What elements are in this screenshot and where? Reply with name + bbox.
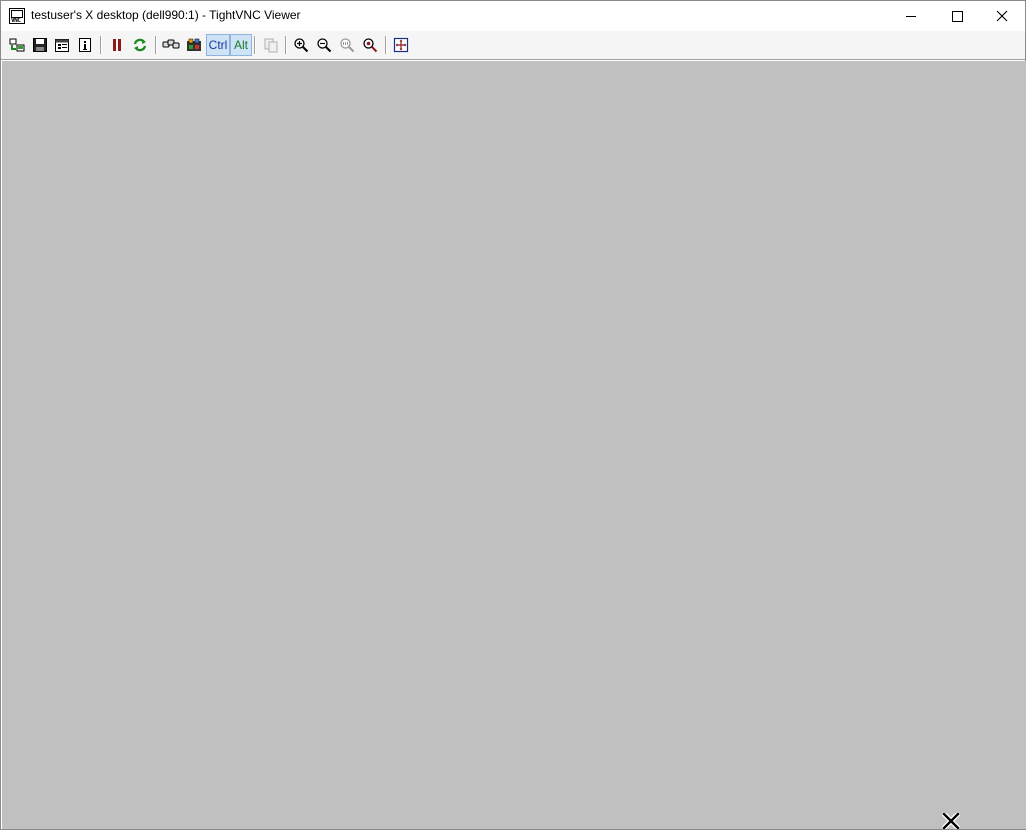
pause-button[interactable] xyxy=(107,35,127,55)
toolbar: Ctrl Alt xyxy=(1,31,1025,60)
fullscreen-button[interactable] xyxy=(391,35,411,55)
pause-icon xyxy=(113,39,121,51)
zoom-100-icon xyxy=(340,38,355,53)
alt-key-toggle[interactable]: Alt xyxy=(230,34,252,56)
minimize-button[interactable] xyxy=(888,1,934,31)
transfer-files-icon xyxy=(264,38,278,53)
refresh-icon xyxy=(133,38,147,52)
save-session-button[interactable] xyxy=(30,35,50,55)
fullscreen-icon xyxy=(393,37,409,53)
ctrl-key-toggle[interactable]: Ctrl xyxy=(206,34,230,56)
ctrl-esc-icon xyxy=(187,38,201,51)
title-bar[interactable]: VNC testuser's X desktop (dell990:1) - T… xyxy=(1,1,1025,31)
maximize-icon xyxy=(951,10,963,22)
window-title: testuser's X desktop (dell990:1) - Tight… xyxy=(31,8,301,22)
new-connection-icon xyxy=(9,38,25,52)
toolbar-separator xyxy=(155,36,157,54)
toolbar-separator xyxy=(100,36,102,54)
toolbar-separator xyxy=(385,36,387,54)
zoom-auto-button[interactable] xyxy=(360,35,380,55)
vnc-viewer-window: VNC testuser's X desktop (dell990:1) - T… xyxy=(0,0,1026,830)
connection-info-button[interactable] xyxy=(75,35,95,55)
close-icon xyxy=(996,10,1008,22)
zoom-out-icon xyxy=(317,38,332,53)
options-button[interactable] xyxy=(52,35,72,55)
new-connection-button[interactable] xyxy=(7,35,27,55)
ctrl-esc-button[interactable] xyxy=(184,35,204,55)
close-button[interactable] xyxy=(979,1,1025,31)
zoom-in-icon xyxy=(294,38,309,53)
floppy-disk-icon xyxy=(33,38,47,52)
ctrl-alt-del-button[interactable] xyxy=(161,35,181,55)
options-icon xyxy=(55,39,69,52)
toolbar-separator xyxy=(285,36,287,54)
info-icon xyxy=(79,38,91,52)
zoom-100-button[interactable] xyxy=(337,35,357,55)
zoom-in-button[interactable] xyxy=(291,35,311,55)
zoom-out-button[interactable] xyxy=(314,35,334,55)
ctrl-alt-del-icon xyxy=(162,39,180,49)
app-icon-label: VNC xyxy=(11,17,21,24)
vnc-app-icon[interactable]: VNC xyxy=(9,8,25,24)
maximize-button[interactable] xyxy=(934,1,980,31)
zoom-auto-icon xyxy=(363,38,378,53)
transfer-files-button[interactable] xyxy=(261,35,281,55)
x-cursor-icon xyxy=(942,813,960,829)
refresh-button[interactable] xyxy=(130,35,150,55)
toolbar-separator xyxy=(254,36,256,54)
minimize-icon xyxy=(906,15,916,17)
remote-desktop-area[interactable] xyxy=(2,61,1026,829)
